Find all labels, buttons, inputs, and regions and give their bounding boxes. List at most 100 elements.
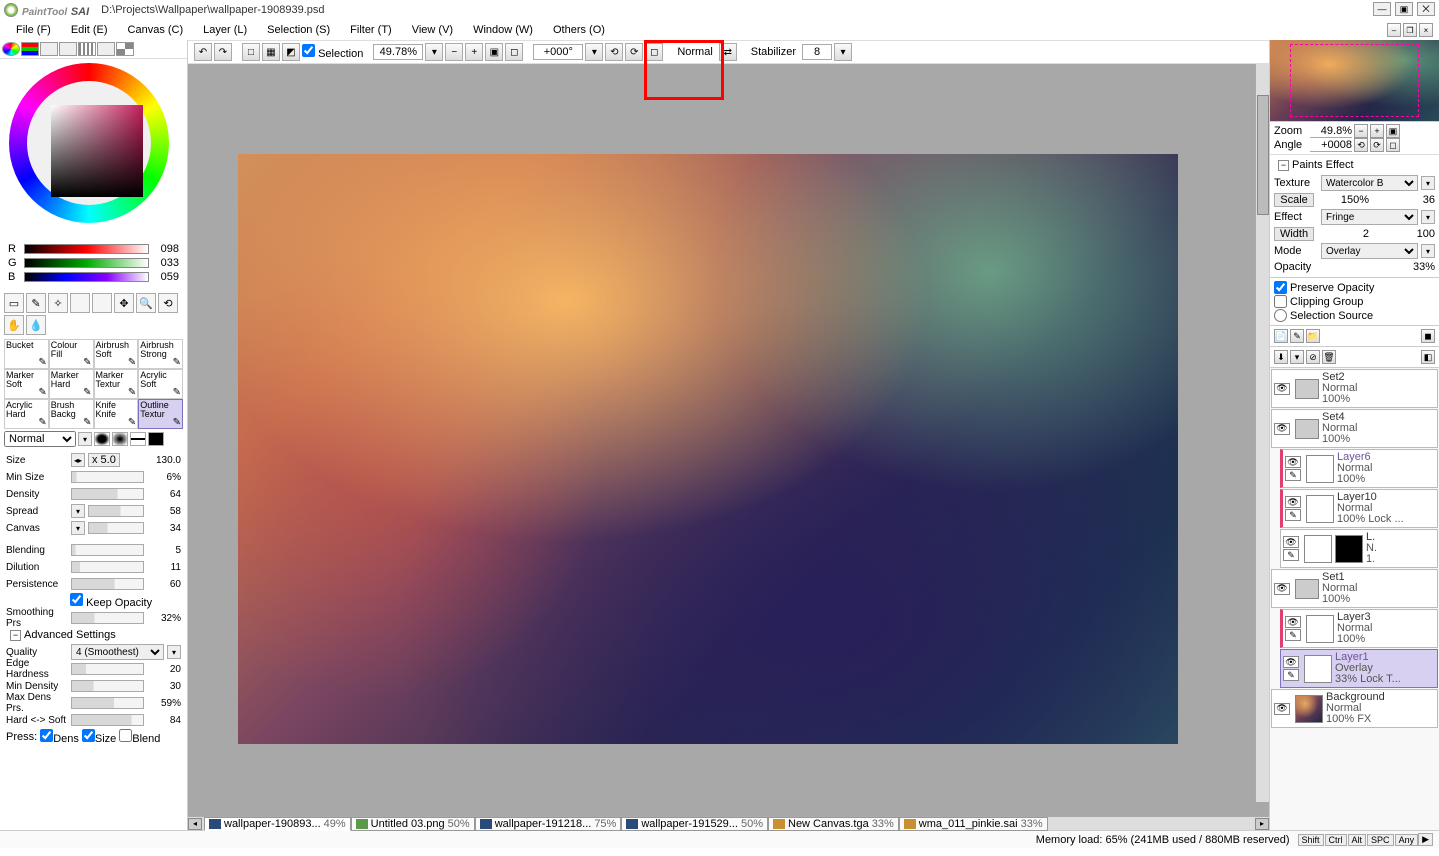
tool-acrylic-hard[interactable]: AcrylicHard✎ <box>4 399 49 429</box>
brush-mode-dropdown[interactable]: ▾ <box>78 432 92 446</box>
layer-edit-icon[interactable]: ✎ <box>1283 549 1299 561</box>
new-layer-button[interactable]: 📄 <box>1274 329 1288 343</box>
nav-rot-ccw[interactable]: ⟲ <box>1354 138 1368 152</box>
palette-tab[interactable] <box>116 42 134 56</box>
advanced-header[interactable]: −Advanced Settings <box>6 627 181 643</box>
layer-item[interactable]: 👁✎L.N.1. <box>1280 529 1438 568</box>
smooth-slider[interactable] <box>71 612 144 624</box>
nav-angle-value[interactable]: +0008 <box>1310 139 1352 152</box>
hsv-sliders-tab[interactable] <box>40 42 58 56</box>
layer-visibility-icon[interactable]: 👁 <box>1274 583 1290 595</box>
layer-visibility-icon[interactable]: 👁 <box>1285 456 1301 468</box>
selection-source-radio[interactable]: Selection Source <box>1274 309 1435 322</box>
layer-item[interactable]: 👁✎Layer6Normal100% <box>1280 449 1438 488</box>
rgb-sliders-tab[interactable] <box>21 42 39 56</box>
edge-slider[interactable] <box>71 663 144 675</box>
effect-dd[interactable]: ▾ <box>1421 210 1435 224</box>
press-blend-check[interactable]: Blend <box>119 729 160 745</box>
zoom-input[interactable] <box>373 44 423 60</box>
tool-colour-fill[interactable]: ColourFill✎ <box>49 339 94 369</box>
width-value[interactable]: 2 <box>1317 228 1369 240</box>
rotation-input[interactable] <box>533 44 583 60</box>
nav-zoom-out[interactable]: − <box>1354 124 1368 138</box>
navigator-viewbox[interactable] <box>1290 44 1419 117</box>
b-slider[interactable] <box>24 272 149 282</box>
move-tool[interactable]: ✥ <box>114 293 134 313</box>
layer-edit-icon[interactable]: ✎ <box>1283 669 1299 681</box>
press-size-check[interactable]: Size <box>82 729 116 745</box>
layer-visibility-icon[interactable]: 👁 <box>1285 616 1301 628</box>
deselect-button[interactable]: □ <box>242 43 260 61</box>
transfer-down-button[interactable]: ⬇ <box>1274 350 1288 364</box>
nav-zoom-in[interactable]: + <box>1370 124 1384 138</box>
persist-slider[interactable] <box>71 578 144 590</box>
magic-wand-tool[interactable]: ✧ <box>48 293 68 313</box>
stabilizer-dropdown[interactable]: ▾ <box>834 43 852 61</box>
doc-tab[interactable]: New Canvas.tga33% <box>768 817 899 831</box>
zoom-dropdown[interactable]: ▾ <box>425 43 443 61</box>
r-slider[interactable] <box>24 244 149 254</box>
blank-tool-2[interactable] <box>92 293 112 313</box>
layer-folder[interactable]: 👁Set4Normal100% <box>1271 409 1438 448</box>
doc-tab[interactable]: wallpaper-190893...49% <box>204 817 351 831</box>
layer-visibility-icon[interactable]: 👁 <box>1285 496 1301 508</box>
dilution-slider[interactable] <box>71 561 144 573</box>
new-folder-button[interactable]: 📁 <box>1306 329 1320 343</box>
layer-item[interactable]: 👁BackgroundNormal100% FX <box>1271 689 1438 728</box>
menu-file[interactable]: File (F) <box>6 22 61 38</box>
keep-opacity-check[interactable]: Keep Opacity <box>70 593 152 609</box>
spread-slider[interactable] <box>88 505 144 517</box>
zoom-actual-button[interactable]: ◻ <box>505 43 523 61</box>
zoom-in-button[interactable]: + <box>465 43 483 61</box>
pmode-dd[interactable]: ▾ <box>1421 244 1435 258</box>
invert-sel-button[interactable]: ▦ <box>262 43 280 61</box>
color-wheel-tab[interactable] <box>2 42 20 56</box>
swatches-tab[interactable] <box>78 42 96 56</box>
nav-zoom-value[interactable]: 49.8% <box>1310 125 1352 138</box>
spread-dd[interactable]: ▾ <box>71 504 85 518</box>
rotate-cw-button[interactable]: ⟳ <box>625 43 643 61</box>
tip-round-icon[interactable] <box>94 432 110 446</box>
canvas-image[interactable] <box>238 154 1178 744</box>
maximize-button[interactable]: ▣ <box>1395 2 1413 16</box>
mindens-slider[interactable] <box>71 680 144 692</box>
pmode-select[interactable]: Overlay <box>1321 243 1418 259</box>
scratchpad-tab[interactable] <box>97 42 115 56</box>
menu-filter[interactable]: Filter (T) <box>340 22 402 38</box>
layer-mask-button[interactable]: ◼ <box>1421 329 1435 343</box>
layer-edit-icon[interactable]: ✎ <box>1285 469 1301 481</box>
preserve-opacity-check[interactable]: Preserve Opacity <box>1274 281 1435 294</box>
tool-bucket[interactable]: Bucket✎ <box>4 339 49 369</box>
clear-layer-button[interactable]: ⊘ <box>1306 350 1320 364</box>
menu-others[interactable]: Others (O) <box>543 22 615 38</box>
zoom-fit-button[interactable]: ▣ <box>485 43 503 61</box>
navigator-preview[interactable] <box>1270 40 1439 122</box>
texture-select[interactable]: Watercolor B <box>1321 175 1418 191</box>
flip-h-button[interactable]: ⇄ <box>719 43 737 61</box>
layer-edit-icon[interactable]: ✎ <box>1285 509 1301 521</box>
layer-item[interactable]: 👁✎Layer1Overlay33% Lock T... <box>1280 649 1438 688</box>
menu-view[interactable]: View (V) <box>402 22 463 38</box>
lasso-tool[interactable]: ✎ <box>26 293 46 313</box>
zoom-out-button[interactable]: − <box>445 43 463 61</box>
layer-visibility-icon[interactable]: 👁 <box>1283 536 1299 548</box>
tool-airbrush-soft[interactable]: AirbrushSoft✎ <box>94 339 139 369</box>
layer-edit-icon[interactable]: ✎ <box>1285 629 1301 641</box>
paints-header[interactable]: −Paints Effect <box>1274 157 1435 173</box>
size-step-dd[interactable]: ◂▸ <box>71 453 85 467</box>
zoom-tool[interactable]: 🔍 <box>136 293 156 313</box>
nav-rot-reset[interactable]: ◻ <box>1386 138 1400 152</box>
show-sel-button[interactable]: ◩ <box>282 43 300 61</box>
menu-selection[interactable]: Selection (S) <box>257 22 340 38</box>
color-mixer-tab[interactable] <box>59 42 77 56</box>
layer-folder[interactable]: 👁Set1Normal100% <box>1271 569 1438 608</box>
color-wheel[interactable] <box>9 63 179 233</box>
layer-visibility-icon[interactable]: 👁 <box>1274 703 1290 715</box>
menu-layer[interactable]: Layer (L) <box>193 22 257 38</box>
minsize-slider[interactable] <box>71 471 144 483</box>
rect-select-tool[interactable]: ▭ <box>4 293 24 313</box>
maxdens-slider[interactable] <box>71 697 144 709</box>
tool-knife-knife[interactable]: KnifeKnife✎ <box>94 399 139 429</box>
tool-outline-textur[interactable]: OutlineTextur✎ <box>138 399 183 429</box>
g-slider[interactable] <box>24 258 149 268</box>
